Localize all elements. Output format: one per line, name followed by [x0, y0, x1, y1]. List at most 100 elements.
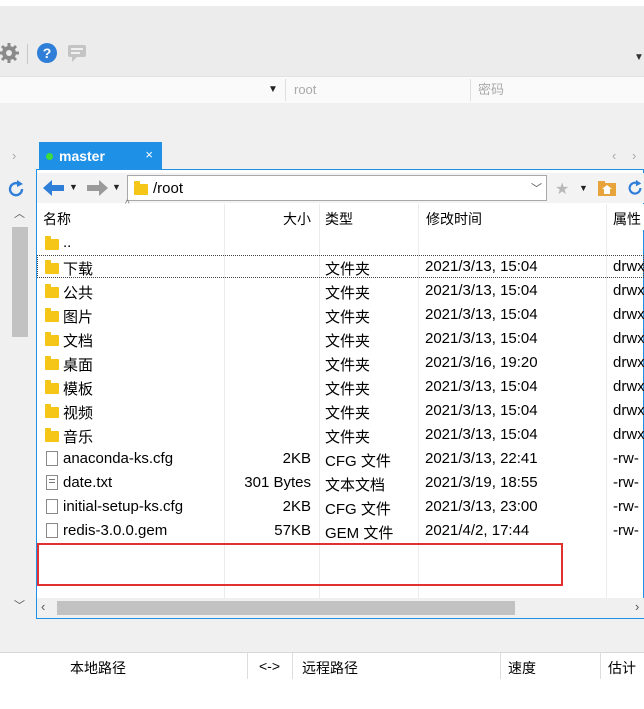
- bookmark-dropdown-icon[interactable]: ▼: [579, 183, 588, 193]
- file-name: 文档: [63, 333, 94, 350]
- caret-down-icon[interactable]: ▼: [268, 80, 278, 100]
- column-attributes[interactable]: 属性: [613, 209, 641, 229]
- file-attributes: -rw-: [613, 498, 639, 515]
- file-name: 桌面: [63, 357, 94, 374]
- scroll-right-icon[interactable]: ›: [635, 599, 639, 614]
- refresh-icon[interactable]: [6, 179, 26, 199]
- file-modified: 2021/3/13, 15:04: [425, 378, 538, 395]
- column-type[interactable]: 类型: [325, 209, 353, 229]
- password-field[interactable]: 密码: [478, 80, 504, 100]
- file-type: 文件夹: [325, 333, 371, 350]
- star-icon[interactable]: ★: [555, 179, 569, 199]
- queue-column-local-path[interactable]: 本地路径: [70, 658, 126, 678]
- column-name[interactable]: 名称: [43, 209, 71, 229]
- file-type: GEM 文件: [325, 525, 394, 542]
- file-name: 图片: [63, 309, 94, 326]
- vertical-scroll-thumb[interactable]: [12, 227, 28, 337]
- close-icon[interactable]: ×: [145, 147, 153, 162]
- file-attributes: drwx: [613, 402, 644, 419]
- file-row[interactable]: 视频 文件夹 2021/3/13, 15:04 drwx: [37, 399, 644, 423]
- connection-divider: [470, 79, 471, 101]
- transfer-queue-header: 本地路径 <-> 远程路径 速度 估计剩: [0, 652, 644, 696]
- queue-column-remote-path[interactable]: 远程路径: [302, 658, 358, 678]
- file-modified: 2021/3/16, 19:20: [425, 354, 538, 371]
- gear-icon[interactable]: [0, 42, 22, 64]
- column-modified[interactable]: 修改时间: [426, 209, 482, 229]
- toolbar-divider: [27, 44, 28, 64]
- file-modified: 2021/4/2, 17:44: [425, 522, 530, 539]
- folder-icon: [45, 404, 59, 418]
- scroll-down-icon[interactable]: ﹀: [14, 597, 25, 613]
- file-row[interactable]: 下载 文件夹 2021/3/13, 15:04 drwx: [37, 255, 644, 279]
- refresh-icon[interactable]: [626, 179, 644, 197]
- forward-history-dropdown-icon[interactable]: ▼: [112, 182, 121, 192]
- file-type: 文件夹: [325, 285, 371, 302]
- path-input[interactable]: /root ﹀: [127, 175, 547, 201]
- chevron-down-icon[interactable]: ﹀: [531, 180, 542, 196]
- file-name: ..: [63, 234, 72, 251]
- file-row[interactable]: 桌面 文件夹 2021/3/16, 19:20 drwx: [37, 351, 644, 375]
- file-row[interactable]: 音乐 文件夹 2021/3/13, 15:04 drwx: [37, 423, 644, 447]
- file-row[interactable]: initial-setup-ks.cfg 2KB CFG 文件 2021/3/13, …: [37, 495, 644, 519]
- folder-icon: [45, 236, 59, 250]
- tab-prev-icon[interactable]: ‹: [612, 148, 616, 163]
- toolbar-top-edge: [0, 0, 644, 6]
- file-type: 文本文档: [325, 477, 386, 494]
- connection-divider: [285, 79, 286, 101]
- help-icon[interactable]: ?: [36, 42, 58, 64]
- queue-column-speed[interactable]: 速度: [508, 658, 536, 678]
- file-type: 文件夹: [325, 405, 371, 422]
- column-size[interactable]: 大小: [283, 209, 311, 229]
- tab-next-icon[interactable]: ›: [632, 148, 636, 163]
- file-size: 57KB: [274, 522, 311, 539]
- queue-column-direction[interactable]: <->: [259, 658, 280, 674]
- folder-icon: [134, 181, 148, 195]
- file-row[interactable]: 公共 文件夹 2021/3/13, 15:04 drwx: [37, 279, 644, 303]
- file-name: date.txt: [63, 474, 113, 491]
- home-folder-icon[interactable]: [597, 179, 617, 197]
- file-row[interactable]: 图片 文件夹 2021/3/13, 15:04 drwx: [37, 303, 644, 327]
- file-row[interactable]: 文档 文件夹 2021/3/13, 15:04 drwx: [37, 327, 644, 351]
- file-name: 公共: [63, 285, 94, 302]
- file-row[interactable]: ..: [37, 231, 644, 255]
- text-file-icon: [46, 475, 58, 490]
- file-name: anaconda-ks.cfg: [63, 450, 174, 467]
- scroll-left-icon[interactable]: ‹: [41, 599, 45, 614]
- tab-scroll-left-icon[interactable]: ›: [12, 148, 16, 163]
- vertical-scrollbar[interactable]: ︿ ﹀: [10, 203, 30, 617]
- file-modified: 2021/3/13, 15:04: [425, 330, 538, 347]
- transfer-queue-list: [0, 679, 644, 709]
- tab-master[interactable]: master ×: [39, 142, 162, 170]
- forward-arrow-icon[interactable]: [86, 180, 108, 196]
- file-size: 301 Bytes: [244, 474, 311, 491]
- queue-divider: [600, 653, 601, 679]
- file-modified: 2021/3/13, 15:04: [425, 306, 538, 323]
- toolbar-overflow-icon[interactable]: ▼: [634, 52, 644, 63]
- file-type: 文件夹: [325, 261, 371, 278]
- file-attributes: -rw-: [613, 474, 639, 491]
- toolbar: [0, 0, 644, 78]
- file-row[interactable]: 模板 文件夹 2021/3/13, 15:04 drwx: [37, 375, 644, 399]
- file-type: 文件夹: [325, 357, 371, 374]
- queue-divider: [500, 653, 501, 679]
- back-arrow-icon[interactable]: [43, 180, 65, 196]
- file-row[interactable]: date.txt 301 Bytes 文本文档 2021/3/19, 18:55 -rw…: [37, 471, 644, 495]
- username-field[interactable]: root: [294, 80, 316, 100]
- file-attributes: drwx: [613, 354, 644, 371]
- horizontal-scrollbar[interactable]: ‹ ›: [37, 598, 644, 618]
- file-name: 视频: [63, 405, 94, 422]
- chat-icon[interactable]: [66, 42, 88, 64]
- file-row[interactable]: redis-3.0.0.gem 57KB GEM 文件 2021/4/2, 17:44…: [37, 519, 644, 543]
- file-attributes: drwx: [613, 258, 644, 275]
- folder-icon: [45, 284, 59, 298]
- connection-bar: ▼ root 密码: [0, 76, 644, 104]
- back-history-dropdown-icon[interactable]: ▼: [69, 182, 78, 192]
- file-name: 音乐: [63, 429, 94, 446]
- file-attributes: drwx: [613, 306, 644, 323]
- file-name: redis-3.0.0.gem: [63, 522, 168, 539]
- file-type: CFG 文件: [325, 501, 391, 518]
- file-row[interactable]: anaconda-ks.cfg 2KB CFG 文件 2021/3/13, 22:41…: [37, 447, 644, 471]
- horizontal-scroll-thumb[interactable]: [57, 601, 515, 615]
- scroll-up-icon[interactable]: ︿: [14, 205, 25, 221]
- file-attributes: -rw-: [613, 450, 639, 467]
